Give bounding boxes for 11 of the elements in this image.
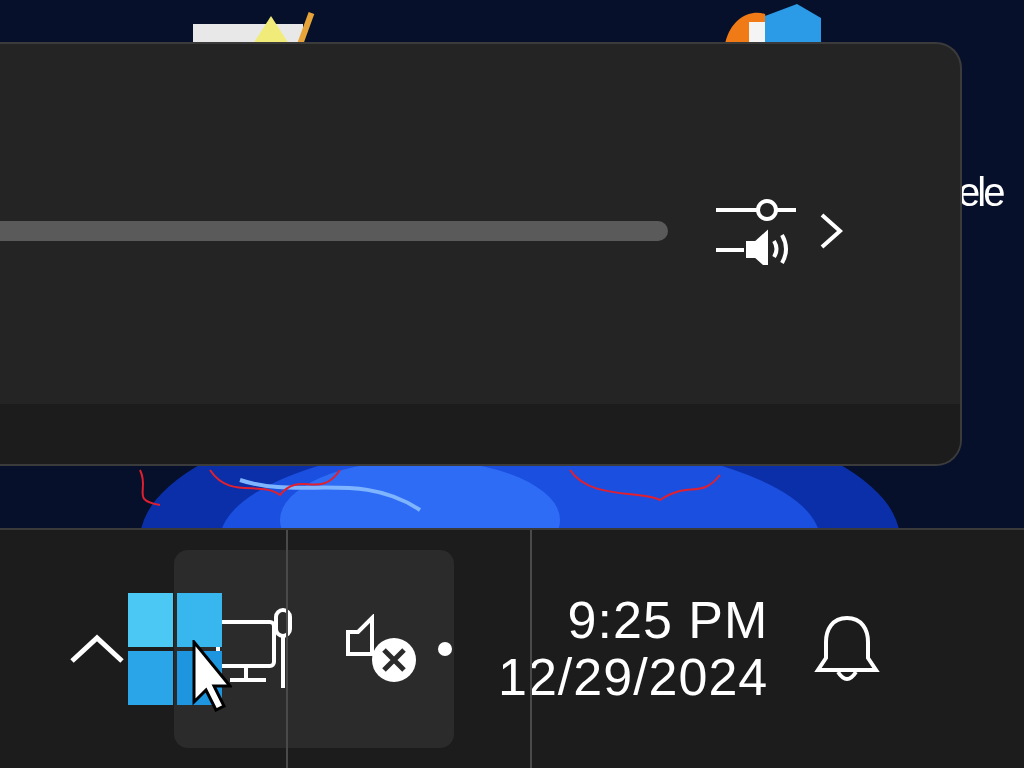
desktop-icon-label: ele (958, 172, 1003, 212)
mouse-cursor-icon (192, 640, 232, 712)
sound-output-button[interactable] (716, 197, 844, 265)
chevron-right-icon (818, 213, 844, 249)
notification-bell-icon[interactable] (814, 614, 881, 684)
tray-icons-group[interactable] (174, 550, 454, 748)
status-dot-icon (438, 642, 452, 656)
clock-button[interactable]: 9:25 PM 12/29/2024 (498, 591, 769, 707)
sound-mixer-icon[interactable] (716, 197, 796, 265)
clock-date: 12/29/2024 (498, 649, 769, 707)
clock-time: 9:25 PM (567, 591, 769, 649)
